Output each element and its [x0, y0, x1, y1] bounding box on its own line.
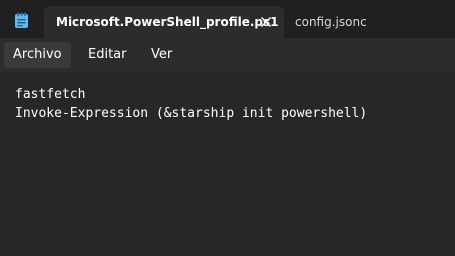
text-editor[interactable]: fastfetch Invoke-Expression (&starship i… [0, 72, 455, 256]
editor-line: Invoke-Expression (&starship init powers… [15, 106, 368, 121]
notepad-icon [15, 12, 28, 28]
menu-editar[interactable]: Editar [79, 42, 136, 68]
editor-line: fastfetch [15, 87, 86, 102]
tab-config-jsonc[interactable]: config.jsonc [284, 6, 404, 38]
menu-archivo[interactable]: Archivo [4, 42, 71, 68]
notepad-window: Microsoft.PowerShell_profile.ps1 config.… [0, 0, 455, 256]
tab-profile-ps1[interactable]: Microsoft.PowerShell_profile.ps1 [44, 6, 284, 38]
menu-ver[interactable]: Ver [142, 42, 181, 68]
tab-title: Microsoft.PowerShell_profile.ps1 [56, 15, 279, 29]
tab-strip: Microsoft.PowerShell_profile.ps1 config.… [0, 0, 455, 38]
close-icon[interactable] [258, 14, 274, 30]
menu-bar: Archivo Editar Ver [0, 38, 455, 72]
tab-title: config.jsonc [295, 15, 367, 29]
